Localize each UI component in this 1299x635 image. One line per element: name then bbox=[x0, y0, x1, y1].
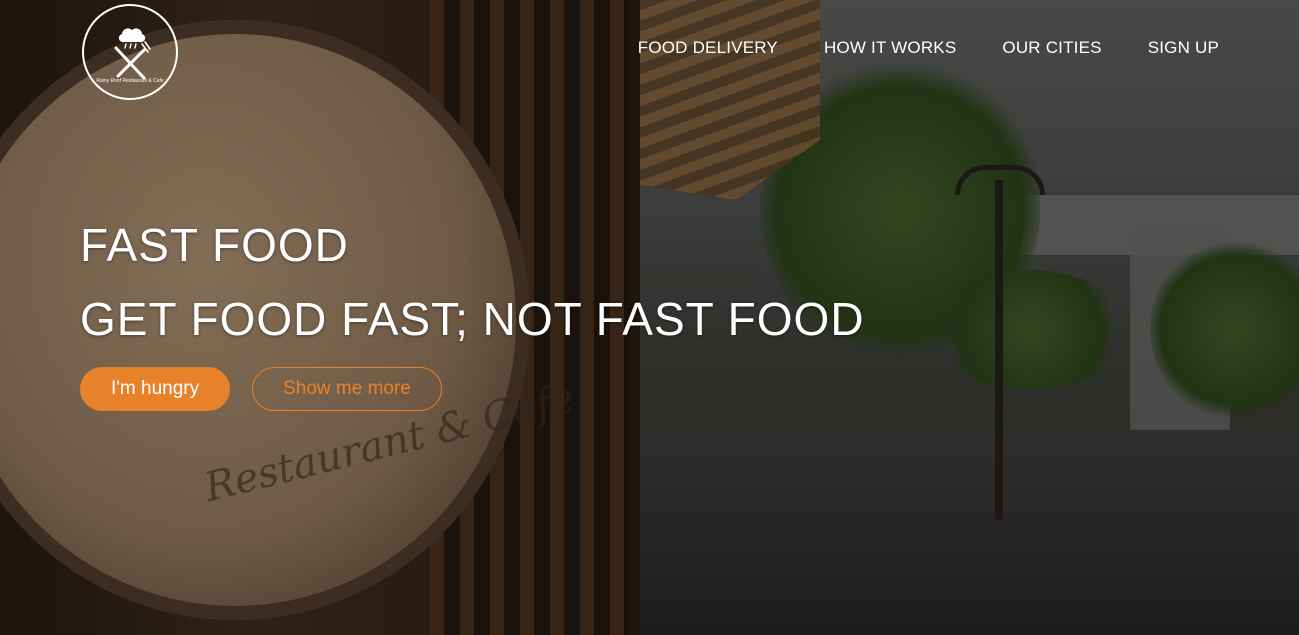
nav-item-how-it-works[interactable]: HOW IT WORKS bbox=[824, 38, 956, 58]
nav-item-sign-up[interactable]: SIGN UP bbox=[1148, 38, 1219, 58]
hero-title: FAST FOOD bbox=[80, 219, 349, 271]
im-hungry-button[interactable]: I'm hungry bbox=[80, 367, 231, 411]
brand-logo[interactable]: Rainy Roof Restaurant & Cafe bbox=[82, 4, 178, 100]
hero-subtitle: GET FOOD FAST; NOT FAST FOOD bbox=[80, 293, 865, 345]
logo-text: Rainy Roof Restaurant & Cafe bbox=[96, 78, 164, 84]
fork-knife-cloud-icon bbox=[114, 28, 151, 80]
hero-actions: I'm hungry Show me more bbox=[80, 367, 442, 411]
main-nav: FOOD DELIVERY HOW IT WORKS OUR CITIES SI… bbox=[638, 38, 1219, 58]
nav-item-our-cities[interactable]: OUR CITIES bbox=[1002, 38, 1101, 58]
nav-item-food-delivery[interactable]: FOOD DELIVERY bbox=[638, 38, 778, 58]
show-me-more-button[interactable]: Show me more bbox=[252, 367, 442, 411]
